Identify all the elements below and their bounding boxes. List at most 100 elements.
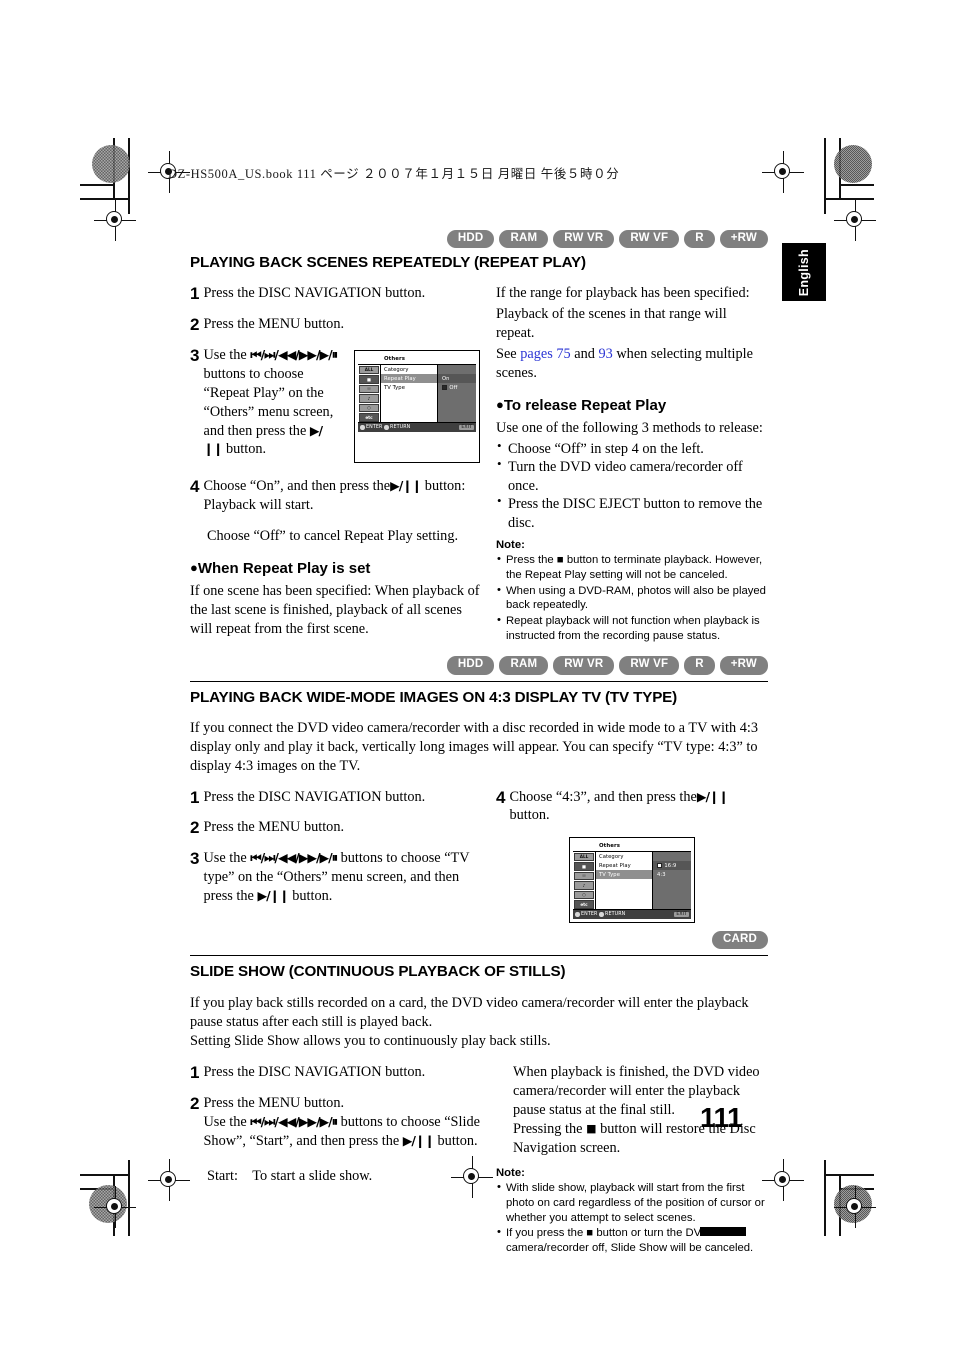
osd-footer-exit[interactable]: EXIT <box>674 912 689 918</box>
list-item: Choose “Off” in step 4 on the left. <box>496 438 768 459</box>
badge-card: CARD <box>711 931 768 950</box>
rail-icon-photo[interactable]: ☉ <box>574 871 594 881</box>
rail-icon-music[interactable]: ♪ <box>574 881 594 890</box>
badge-rw-vr: RW VR <box>553 656 615 675</box>
osd-value-16-9[interactable]: 16:9 <box>653 861 691 871</box>
transport-buttons-glyphs: ⏮/⏭/◀◀/▶▶/▶/⏸ <box>250 850 338 866</box>
osd-value-4-3[interactable]: 4:3 <box>653 870 691 879</box>
crop-line <box>80 198 130 200</box>
start-label: Start: <box>207 1167 238 1184</box>
step3-tail: button. <box>292 887 333 904</box>
crop-line <box>824 198 874 200</box>
slide-show-left-column: 1 Press the DISC NAVIGATION button. 2 Pr… <box>190 1063 480 1256</box>
osd-item-category[interactable]: Category <box>596 852 652 861</box>
osd-menu-title-bar: Others <box>358 354 476 366</box>
rail-icon-music[interactable]: ♪ <box>359 394 379 403</box>
osd-footer-exit[interactable]: EXIT <box>459 425 474 431</box>
badge-plus-rw: +RW <box>719 656 768 675</box>
osd-footer-return: RETURN <box>390 425 411 431</box>
osd-item-repeat-play[interactable]: Repeat Play <box>596 861 652 870</box>
rail-icon-disc[interactable]: ○ <box>574 890 594 900</box>
osd-footer-enter: ENTER <box>366 425 383 431</box>
slide-show-intro-line1: If you play back stills recorded on a ca… <box>190 994 749 1030</box>
note-label: Note: <box>496 538 525 551</box>
badge-hdd: HDD <box>446 230 495 249</box>
registration-target <box>94 199 136 241</box>
rail-icon-all[interactable]: ALL <box>574 852 594 862</box>
range-note-line2: Playback of the scenes in that range wil… <box>496 306 727 342</box>
step-text: Press the MENU button. <box>203 316 345 333</box>
link-page-93[interactable]: 93 <box>598 346 612 362</box>
list-item: If you press the ■ button or turn the DV… <box>496 1225 768 1255</box>
rail-icon-all[interactable]: ALL <box>359 365 379 375</box>
rail-icon-movie[interactable]: ■ <box>574 862 594 871</box>
step2-tail: button. <box>437 1132 478 1149</box>
rail-icon-etc[interactable]: etc <box>359 413 379 422</box>
osd-menu-title: Others <box>599 843 621 850</box>
link-pages-75[interactable]: pages 75 <box>520 346 570 362</box>
list-item: Press the ■ button to terminate playback… <box>496 552 768 582</box>
rail-icon-etc[interactable]: etc <box>574 900 594 909</box>
osd-value-off[interactable]: Off <box>438 383 476 392</box>
release-intro: Use one of the following 3 methods to re… <box>496 419 763 436</box>
step2-line1: Press the MENU button. <box>203 1095 345 1112</box>
osd-menu-repeat-play: Others ALL ■ ☉ ♪ ○ etc Category Repeat P… <box>354 350 480 464</box>
step-3: 3 Use the ⏮/⏭/◀◀/▶▶/▶/⏸ buttons to choos… <box>190 346 340 459</box>
osd-menu-title-bar: Others <box>573 841 691 853</box>
repeat-play-cancel-note: Choose “Off” to cancel Repeat Play setti… <box>207 528 459 545</box>
release-methods-list: Choose “Off” in step 4 on the left. Turn… <box>496 438 768 533</box>
step-2: 2 Press the MENU button. <box>190 818 480 837</box>
stop-button-glyph: ■ <box>586 1121 597 1135</box>
osd-item-tv-type[interactable]: TV Type <box>381 383 437 392</box>
osd-value-off-label: Off <box>449 384 458 391</box>
start-definition: Start: To start a slide show. <box>207 1167 480 1186</box>
badge-hdd: HDD <box>446 656 495 675</box>
repeat-play-left-column: 1 Press the DISC NAVIGATION button. 2 Pr… <box>190 284 480 646</box>
osd-value-blank: . <box>653 852 691 861</box>
osd-value-on[interactable]: On <box>438 374 476 384</box>
body2-lead: Pressing the <box>513 1120 583 1137</box>
page-number: 111 <box>700 1102 743 1133</box>
step-number: 3 <box>190 346 200 366</box>
badge-plus-rw: +RW <box>719 230 768 249</box>
language-side-tab-label: English <box>797 249 811 297</box>
step4-tail: button. <box>509 807 550 824</box>
step3-tail: button. <box>226 441 267 458</box>
rail-icon-photo[interactable]: ☉ <box>359 384 379 394</box>
osd-item-tv-type[interactable]: TV Type <box>596 870 652 880</box>
section-divider <box>190 955 768 957</box>
osd-menu-title: Others <box>384 356 406 363</box>
step4-lead: Choose “On”, and then press the <box>203 478 391 495</box>
step-text: Use the ⏮/⏭/◀◀/▶▶/▶/⏸ buttons to choose … <box>203 346 340 459</box>
step-text: Choose “On”, and then press the▶/❙❙ butt… <box>203 477 480 515</box>
step-number: 4 <box>190 477 200 497</box>
list-item: Press the DISC EJECT button to remove th… <box>496 493 768 532</box>
subhead-label: To release Repeat Play <box>503 396 667 414</box>
repeat-play-right-column: If the range for playback has been speci… <box>496 284 768 646</box>
note-list: Press the ■ button to terminate playback… <box>496 552 768 643</box>
rail-icon-disc[interactable]: ○ <box>359 403 379 413</box>
language-side-tab: English <box>782 243 826 301</box>
subhead-label: When Repeat Play is set <box>197 559 371 577</box>
step-4: 4 Choose “4:3”, and then press the▶/❙❙ b… <box>496 788 768 826</box>
note-label: Note: <box>496 1166 525 1179</box>
osd-menu-items: Category Repeat Play TV Type <box>381 365 438 423</box>
step-number: 4 <box>496 787 506 807</box>
when-repeat-play-is-set-body: If one scene has been specified: When pl… <box>190 582 480 637</box>
badge-rw-vf: RW VF <box>619 230 680 249</box>
osd-item-category[interactable]: Category <box>381 365 437 374</box>
step-1: 1 Press the DISC NAVIGATION button. <box>190 1063 480 1082</box>
radio-indicator <box>657 863 663 869</box>
step-text: Press the MENU button. <box>203 819 345 836</box>
step-text: Press the DISC NAVIGATION button. <box>203 788 426 805</box>
osd-value-on-label: On <box>442 375 450 382</box>
play-pause-glyph: ▶/❙❙ <box>696 788 729 804</box>
list-item: When using a DVD-RAM, photos will also b… <box>496 583 768 613</box>
radio-indicator <box>442 384 448 391</box>
step-text: Press the DISC NAVIGATION button. <box>203 285 426 302</box>
osd-value-4-3-label: 4:3 <box>657 871 666 878</box>
rail-icon-movie[interactable]: ■ <box>359 375 379 384</box>
see-mid: and <box>574 346 595 363</box>
range-note-line1: If the range for playback has been speci… <box>496 285 750 302</box>
osd-item-repeat-play[interactable]: Repeat Play <box>381 374 437 384</box>
